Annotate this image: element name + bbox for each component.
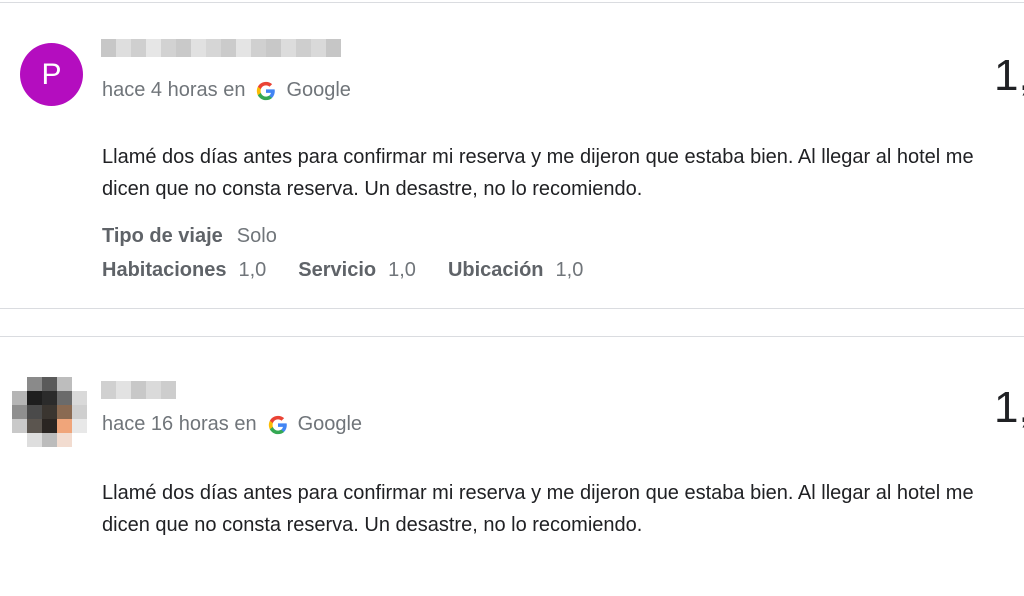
rating-value: 1,0 bbox=[555, 259, 584, 281]
trip-type-value: Solo bbox=[236, 225, 277, 247]
review-text: Llamé dos días antes para confirmar mi r… bbox=[102, 482, 974, 536]
reviewer-name-pixelated[interactable] bbox=[101, 381, 176, 399]
avatar-letter: P bbox=[41, 57, 62, 91]
review-meta: hace 4 horas en Google bbox=[102, 79, 351, 102]
rating-value: 1,0 bbox=[388, 259, 416, 281]
rating-value: 1,0 bbox=[238, 259, 267, 281]
rating-label: Ubicación bbox=[447, 259, 544, 281]
avatar[interactable] bbox=[12, 377, 88, 449]
review-card: hace 16 horas en Google 1, Llamé dos día… bbox=[0, 336, 1024, 596]
category-ratings: Habitaciones 1,0 Servicio 1,0 Ubicación … bbox=[102, 259, 615, 282]
review-source[interactable]: Google bbox=[286, 79, 351, 102]
review-score: 1, bbox=[994, 51, 1024, 100]
trip-type: Tipo de viaje Solo bbox=[102, 225, 277, 248]
rating-label: Habitaciones bbox=[102, 259, 227, 281]
reviewer-name-pixelated[interactable] bbox=[101, 39, 341, 57]
review-meta: hace 16 horas en Google bbox=[102, 413, 362, 436]
review-text: Llamé dos días antes para confirmar mi r… bbox=[102, 146, 974, 200]
review-time: hace 4 horas en bbox=[102, 79, 246, 101]
review-card: P hace 4 horas en Google 1, Llamé dos dí… bbox=[0, 2, 1024, 309]
review-score: 1, bbox=[994, 383, 1024, 432]
review-source[interactable]: Google bbox=[298, 413, 363, 436]
review-time: hace 16 horas en bbox=[102, 413, 257, 435]
trip-type-label: Tipo de viaje bbox=[102, 225, 223, 247]
rating-location: Ubicación 1,0 bbox=[448, 259, 583, 282]
rating-label: Servicio bbox=[298, 259, 377, 281]
google-g-icon bbox=[267, 414, 289, 436]
avatar[interactable]: P bbox=[20, 43, 83, 106]
google-g-icon bbox=[255, 80, 277, 102]
rating-rooms: Habitaciones 1,0 bbox=[102, 259, 266, 282]
rating-service: Servicio 1,0 bbox=[298, 259, 416, 282]
